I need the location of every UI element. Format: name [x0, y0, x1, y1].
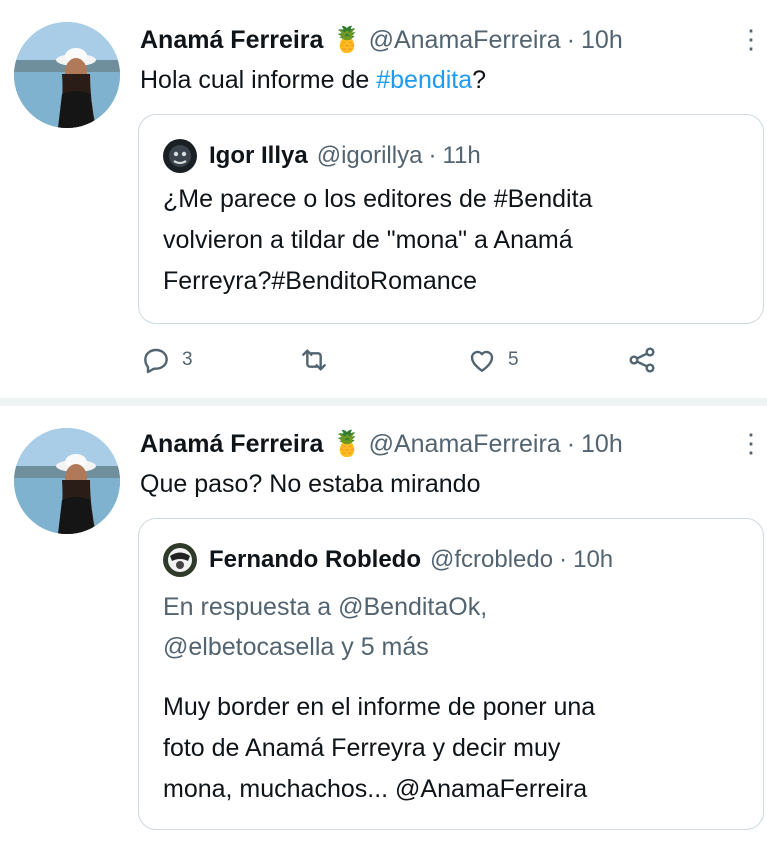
quoted-avatar: [163, 543, 197, 577]
quoted-tweet-text: ¿Me parece o los editores de #Bendita vo…: [163, 179, 592, 302]
reply-context-line[interactable]: @elbetocasella y 5 más: [163, 627, 487, 667]
pineapple-emoji: 🍍: [331, 429, 363, 458]
share-icon: [629, 347, 655, 373]
quoted-tweet[interactable]: Fernando Robledo @fcrobledo · 10h En res…: [138, 518, 764, 830]
tweet-text-part: Hola cual informe de: [140, 66, 377, 94]
quoted-timestamp[interactable]: 11h: [442, 142, 480, 170]
tweet-text: Hola cual informe de #bendita?: [140, 66, 486, 95]
quoted-text-line: foto de Anamá Ferreyra y decir muy: [163, 734, 561, 762]
separator: ·: [428, 142, 437, 169]
more-icon[interactable]: ⋮: [738, 26, 764, 52]
author-handle[interactable]: @AnamaFerreira: [369, 430, 561, 459]
author-name[interactable]: Anamá Ferreira: [140, 26, 323, 55]
quoted-author-name[interactable]: Igor Illya: [209, 142, 308, 170]
tweet-text-part: ?: [472, 66, 487, 94]
separator: ·: [566, 25, 576, 54]
avatar[interactable]: [14, 428, 120, 534]
separator: ·: [559, 546, 568, 573]
author-name[interactable]: Anamá Ferreira: [140, 430, 323, 459]
quoted-tweet-header: Fernando Robledo @fcrobledo · 10h: [163, 543, 613, 577]
share-button[interactable]: [626, 344, 658, 376]
timestamp[interactable]: 10h: [581, 26, 623, 55]
tweet-header: Anamá Ferreira 🍍 @AnamaFerreira · 10h: [140, 426, 623, 462]
quoted-timestamp[interactable]: 10h: [573, 546, 613, 574]
quoted-tweet[interactable]: Igor Illya @igorillya · 11h ¿Me parece o…: [138, 114, 764, 324]
quoted-text-line: Muy border en el informe de poner una: [163, 693, 596, 721]
tweet[interactable]: Anamá Ferreira 🍍 @AnamaFerreira · 10h ⋮ …: [0, 404, 767, 848]
tweet-text: Que paso? No estaba mirando: [140, 470, 481, 498]
reply-context-line[interactable]: En respuesta a @BenditaOk,: [163, 587, 487, 627]
quoted-text-line: volvieron a tildar de "mona" a Anamá: [163, 226, 573, 254]
avatar[interactable]: [14, 22, 120, 128]
quoted-author-handle[interactable]: @fcrobledo: [430, 546, 553, 574]
like-count: 5: [508, 349, 519, 370]
reply-icon: [144, 348, 168, 374]
quoted-tweet-text: Muy border en el informe de poner una fo…: [163, 687, 595, 810]
quoted-author-handle[interactable]: @igorillya: [317, 142, 423, 170]
hashtag-link[interactable]: #bendita: [376, 66, 472, 94]
tweet[interactable]: Anamá Ferreira 🍍 @AnamaFerreira · 10h ⋮ …: [0, 0, 767, 402]
tweet-header: Anamá Ferreira 🍍 @AnamaFerreira · 10h: [140, 22, 623, 58]
like-button[interactable]: 5: [466, 344, 519, 376]
quoted-author-name[interactable]: Fernando Robledo: [209, 546, 421, 574]
quoted-tweet-header: Igor Illya @igorillya · 11h: [163, 139, 481, 173]
retweet-icon: [302, 349, 326, 371]
quoted-text-line: Ferreyra?#BenditoRomance: [163, 267, 478, 295]
retweet-button[interactable]: [298, 344, 330, 376]
like-icon: [470, 350, 494, 372]
timestamp[interactable]: 10h: [581, 430, 623, 459]
quoted-avatar: [163, 139, 197, 173]
quoted-text-line: mona, muchachos... @AnamaFerreira: [163, 775, 588, 803]
more-icon[interactable]: ⋮: [738, 430, 764, 456]
author-handle[interactable]: @AnamaFerreira: [369, 26, 561, 55]
tweet-actions: 3 5: [140, 344, 700, 382]
pineapple-emoji: 🍍: [331, 25, 363, 54]
separator: ·: [566, 429, 576, 458]
reply-context: En respuesta a @BenditaOk, @elbetocasell…: [163, 587, 487, 667]
quoted-text-line: ¿Me parece o los editores de #Bendita: [163, 185, 593, 213]
reply-button[interactable]: 3: [140, 344, 193, 376]
reply-count: 3: [182, 349, 193, 370]
